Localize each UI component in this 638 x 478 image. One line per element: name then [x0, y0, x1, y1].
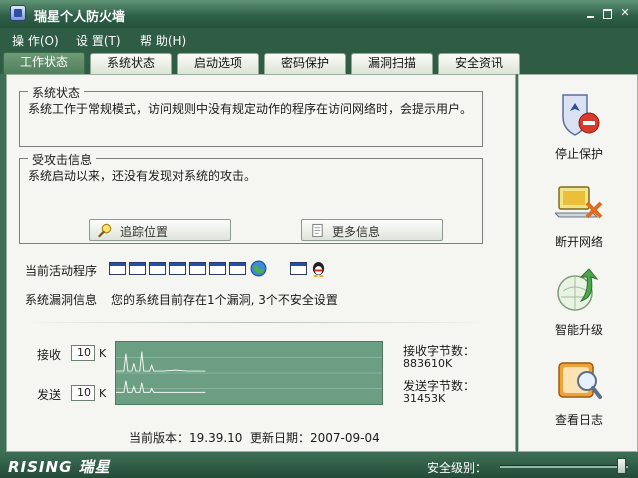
- shield-stop-icon: [562, 94, 600, 136]
- stop-protection-button[interactable]: 停止保护: [519, 81, 638, 165]
- system-status-title: 系统状态: [28, 84, 85, 101]
- log-magnifier-icon: [558, 362, 602, 399]
- security-level-slider-thumb[interactable]: [617, 458, 626, 474]
- window-title: 瑞星个人防火墙: [34, 10, 126, 25]
- system-status-group: 系统状态 系统工作于常规模式，访问规则中没有规定动作的程序在访问网络时，会提示用…: [19, 84, 483, 147]
- work-status-panel: 系统状态 系统工作于常规模式，访问规则中没有规定动作的程序在访问网络时，会提示用…: [6, 74, 516, 452]
- magnifier-icon: [98, 223, 112, 238]
- program-window-icon[interactable]: [229, 262, 246, 275]
- system-status-text: 系统工作于常规模式，访问规则中没有规定动作的程序在访问网络时，会提示用户。: [28, 102, 473, 116]
- smart-upgrade-label: 智能升级: [554, 323, 603, 337]
- minimize-button[interactable]: [584, 6, 598, 20]
- rising-logo: RISING 瑞星: [8, 458, 111, 476]
- divider: [21, 322, 491, 323]
- rising-shield-icon: [10, 5, 26, 21]
- stop-protection-label: 停止保护: [554, 147, 603, 161]
- security-level-slider[interactable]: [500, 465, 628, 468]
- tab-work-status[interactable]: 工作状态: [3, 52, 85, 74]
- send-unit: K: [99, 387, 107, 400]
- menu-settings[interactable]: 设 置(T): [76, 32, 121, 49]
- disconnect-network-label: 断开网络: [554, 235, 603, 249]
- trace-location-button[interactable]: 追踪位置: [89, 219, 231, 241]
- send-label: 发送: [37, 388, 62, 402]
- update-date: 更新日期：2007-09-04: [250, 431, 380, 445]
- more-info-label: 更多信息: [332, 225, 381, 239]
- tab-bar: 工作状态 系统状态 启动选项 密码保护 漏洞扫描 安全资讯: [0, 50, 638, 74]
- program-window-icon[interactable]: [149, 262, 166, 275]
- sent-bytes-value: 31453K: [403, 392, 446, 405]
- disconnect-network-button[interactable]: 断开网络: [519, 169, 638, 253]
- active-programs-label: 当前活动程序: [25, 264, 98, 278]
- tab-vulnerability-scan[interactable]: 漏洞扫描: [351, 53, 433, 74]
- view-log-label: 查看日志: [554, 413, 603, 427]
- program-window-icon[interactable]: [189, 262, 206, 275]
- smart-upgrade-button[interactable]: 智能升级: [519, 257, 638, 341]
- security-level-label: 安全级别：: [427, 461, 488, 475]
- globe-program-icon[interactable]: [250, 260, 267, 277]
- program-window-icon[interactable]: [129, 262, 146, 275]
- menu-help[interactable]: 帮 助(H): [140, 32, 186, 49]
- globe-upgrade-icon: [557, 268, 599, 311]
- vulnerability-text[interactable]: 您的系统目前存在1个漏洞, 3个不安全设置: [111, 291, 338, 308]
- program-window-icon[interactable]: [290, 262, 307, 275]
- more-info-button[interactable]: 更多信息: [301, 219, 443, 241]
- program-window-icon[interactable]: [209, 262, 226, 275]
- receive-unit: K: [99, 347, 107, 360]
- program-window-icon[interactable]: [109, 262, 126, 275]
- status-bar: RISING 瑞星 安全级别：: [0, 452, 638, 478]
- document-icon: [312, 223, 323, 238]
- trace-location-label: 追踪位置: [120, 225, 169, 239]
- close-button[interactable]: ✕: [618, 6, 632, 20]
- send-speed-field[interactable]: 10: [71, 385, 95, 401]
- menu-operate[interactable]: 操 作(O): [12, 32, 59, 49]
- tab-security-news[interactable]: 安全资讯: [438, 53, 520, 74]
- tab-password-protection[interactable]: 密码保护: [264, 53, 346, 74]
- disconnect-network-icon: [555, 186, 603, 219]
- action-panel: 停止保护 断开网络 智能升级 查看日志: [518, 74, 638, 452]
- maximize-button[interactable]: [600, 6, 614, 20]
- vulnerability-label: 系统漏洞信息: [25, 293, 98, 307]
- received-bytes-value: 883610K: [403, 357, 453, 370]
- tab-system-status[interactable]: 系统状态: [90, 53, 172, 74]
- receive-speed-field[interactable]: 10: [71, 345, 95, 361]
- current-version: 当前版本：19.39.10: [129, 431, 243, 445]
- program-window-icon[interactable]: [169, 262, 186, 275]
- title-bar[interactable]: 瑞星个人防火墙 ✕: [0, 0, 638, 28]
- receive-label: 接收: [37, 348, 62, 362]
- qq-penguin-icon[interactable]: [311, 260, 326, 277]
- menu-bar: 操 作(O) 设 置(T) 帮 助(H): [0, 28, 638, 50]
- tab-startup-options[interactable]: 启动选项: [177, 53, 259, 74]
- attack-info-title: 受攻击信息: [28, 151, 97, 168]
- view-log-button[interactable]: 查看日志: [519, 347, 638, 431]
- traffic-graph: [115, 341, 383, 405]
- attack-info-text: 系统启动以来，还没有发现对系统的攻击。: [28, 169, 257, 183]
